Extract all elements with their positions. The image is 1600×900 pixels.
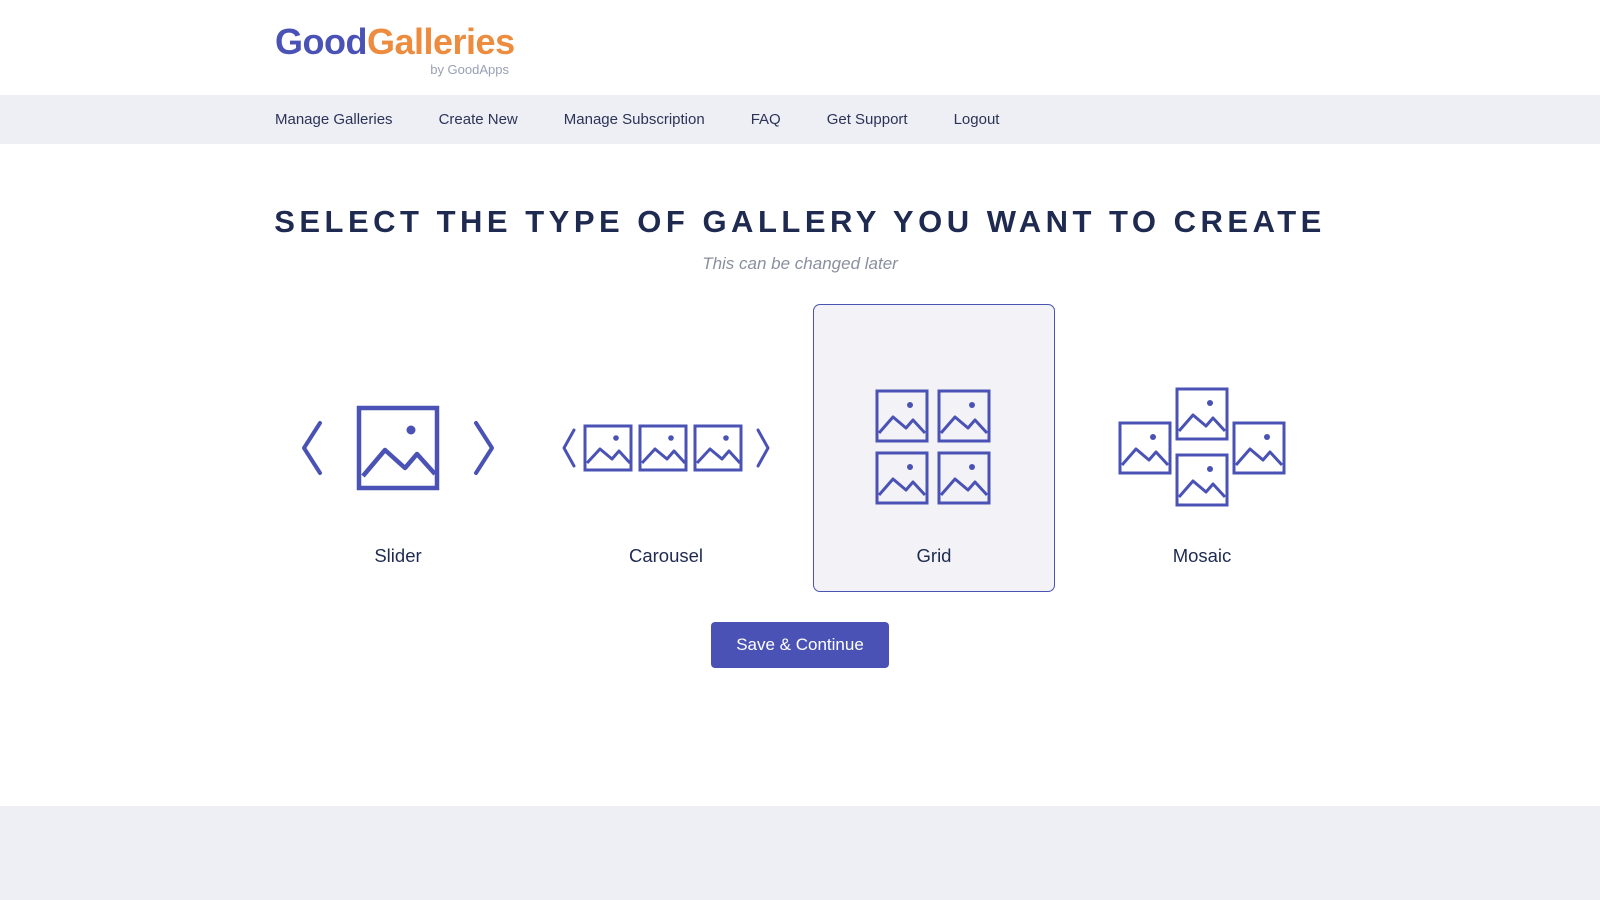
footer [0, 806, 1600, 900]
option-grid[interactable]: Grid [813, 304, 1055, 592]
page-title: Select the type of gallery you want to c… [0, 204, 1600, 240]
grid-icon [869, 363, 999, 533]
header: GoodGalleries by GoodApps [0, 0, 1600, 95]
nav-faq[interactable]: FAQ [751, 111, 781, 128]
carousel-icon [562, 363, 770, 533]
slider-icon [298, 363, 498, 533]
nav-get-support[interactable]: Get Support [827, 111, 908, 128]
navigation-bar: Manage Galleries Create New Manage Subsc… [0, 95, 1600, 144]
logo-part1: Good [275, 21, 367, 62]
nav-manage-subscription[interactable]: Manage Subscription [564, 111, 705, 128]
gallery-type-options: Slider [0, 304, 1600, 592]
nav-logout[interactable]: Logout [954, 111, 1000, 128]
nav-manage-galleries[interactable]: Manage Galleries [275, 111, 393, 128]
option-mosaic[interactable]: Mosaic [1081, 304, 1323, 592]
option-carousel-label: Carousel [629, 545, 703, 567]
option-mosaic-label: Mosaic [1173, 545, 1232, 567]
save-continue-button[interactable]: Save & Continue [711, 622, 889, 668]
option-slider-label: Slider [374, 545, 421, 567]
option-slider[interactable]: Slider [277, 304, 519, 592]
logo-subtitle: by GoodApps [275, 62, 513, 77]
main-content: Select the type of gallery you want to c… [0, 144, 1600, 668]
logo: GoodGalleries by GoodApps [275, 24, 1600, 77]
option-carousel[interactable]: Carousel [545, 304, 787, 592]
mosaic-icon [1112, 363, 1292, 533]
page-subtitle: This can be changed later [0, 254, 1600, 274]
nav-create-new[interactable]: Create New [439, 111, 518, 128]
logo-part2: Galleries [367, 21, 515, 62]
option-grid-label: Grid [917, 545, 952, 567]
logo-text: GoodGalleries [275, 24, 1600, 60]
